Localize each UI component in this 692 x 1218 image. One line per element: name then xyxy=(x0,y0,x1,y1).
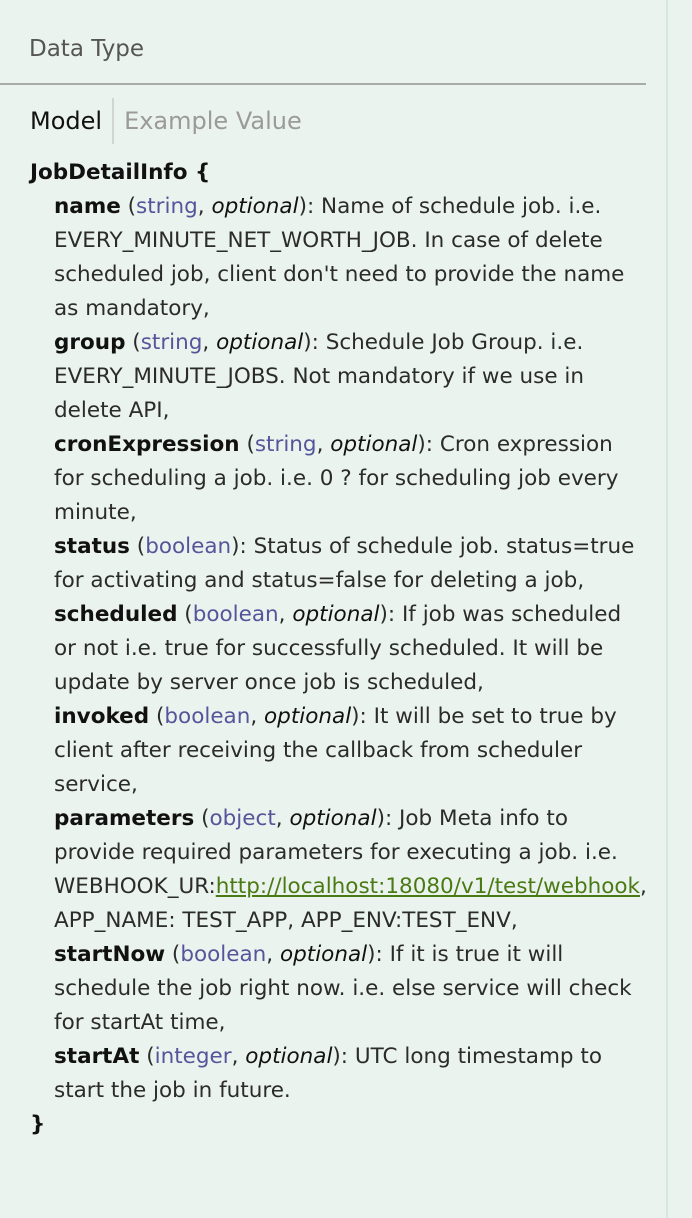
property-name: parameters xyxy=(54,806,195,831)
property-row: scheduled (boolean, optional): If job wa… xyxy=(54,602,622,695)
property-optional: optional xyxy=(216,330,304,355)
property-row: parameters (object, optional): Job Meta … xyxy=(54,806,647,933)
model-tabs: Model Example Value xyxy=(30,98,302,144)
property-row: startNow (boolean, optional): If it is t… xyxy=(54,942,632,1035)
property-type[interactable]: integer xyxy=(155,1044,232,1069)
property-row: name (string, optional): Name of schedul… xyxy=(54,194,625,321)
property-row: invoked (boolean, optional): It will be … xyxy=(54,704,617,797)
property-description: Status of schedule job. status=true for … xyxy=(54,534,635,593)
model-properties: name (string, optional): Name of schedul… xyxy=(30,190,647,1108)
property-name: name xyxy=(54,194,121,219)
data-type-header: Data Type xyxy=(0,0,646,85)
property-name: status xyxy=(54,534,130,559)
tab-model[interactable]: Model xyxy=(30,98,112,144)
property-type[interactable]: string xyxy=(136,194,198,219)
property-type[interactable]: boolean xyxy=(145,534,231,559)
property-optional: optional xyxy=(211,194,299,219)
property-row: group (string, optional): Schedule Job G… xyxy=(54,330,585,423)
model-title: JobDetailInfo { xyxy=(30,160,211,185)
property-type[interactable]: string xyxy=(141,330,203,355)
property-row: status (boolean): Status of schedule job… xyxy=(54,534,635,593)
property-name: cronExpression xyxy=(54,432,240,457)
tab-example-value[interactable]: Example Value xyxy=(114,98,302,144)
property-optional: optional xyxy=(279,942,368,967)
property-optional: optional xyxy=(245,1044,333,1069)
property-name: invoked xyxy=(54,704,150,729)
property-name: group xyxy=(54,330,126,355)
property-optional: optional xyxy=(330,432,418,457)
property-optional: optional xyxy=(292,602,380,627)
panel-right-border xyxy=(666,0,668,1218)
property-row: cronExpression (string, optional): Cron … xyxy=(54,432,619,525)
property-name: scheduled xyxy=(54,602,178,627)
property-type[interactable]: string xyxy=(255,432,317,457)
property-description: Schedule Job Group. i.e. EVERY_MINUTE_JO… xyxy=(54,330,585,423)
property-name: startNow xyxy=(54,942,166,967)
model-schema: JobDetailInfo { name (string, optional):… xyxy=(30,156,647,1142)
model-closing-brace: } xyxy=(30,1112,46,1137)
property-optional: optional xyxy=(264,704,352,729)
property-type[interactable]: boolean xyxy=(164,704,250,729)
property-type[interactable]: boolean xyxy=(193,602,279,627)
property-type[interactable]: object xyxy=(210,806,276,831)
property-optional: optional xyxy=(289,806,377,831)
property-name: startAt xyxy=(54,1044,140,1069)
property-row: startAt (integer, optional): UTC long ti… xyxy=(54,1044,602,1103)
data-type-title: Data Type xyxy=(29,36,145,62)
property-type[interactable]: boolean xyxy=(180,942,266,967)
webhook-link[interactable]: http://localhost:18080/v1/test/webhook xyxy=(216,874,640,899)
